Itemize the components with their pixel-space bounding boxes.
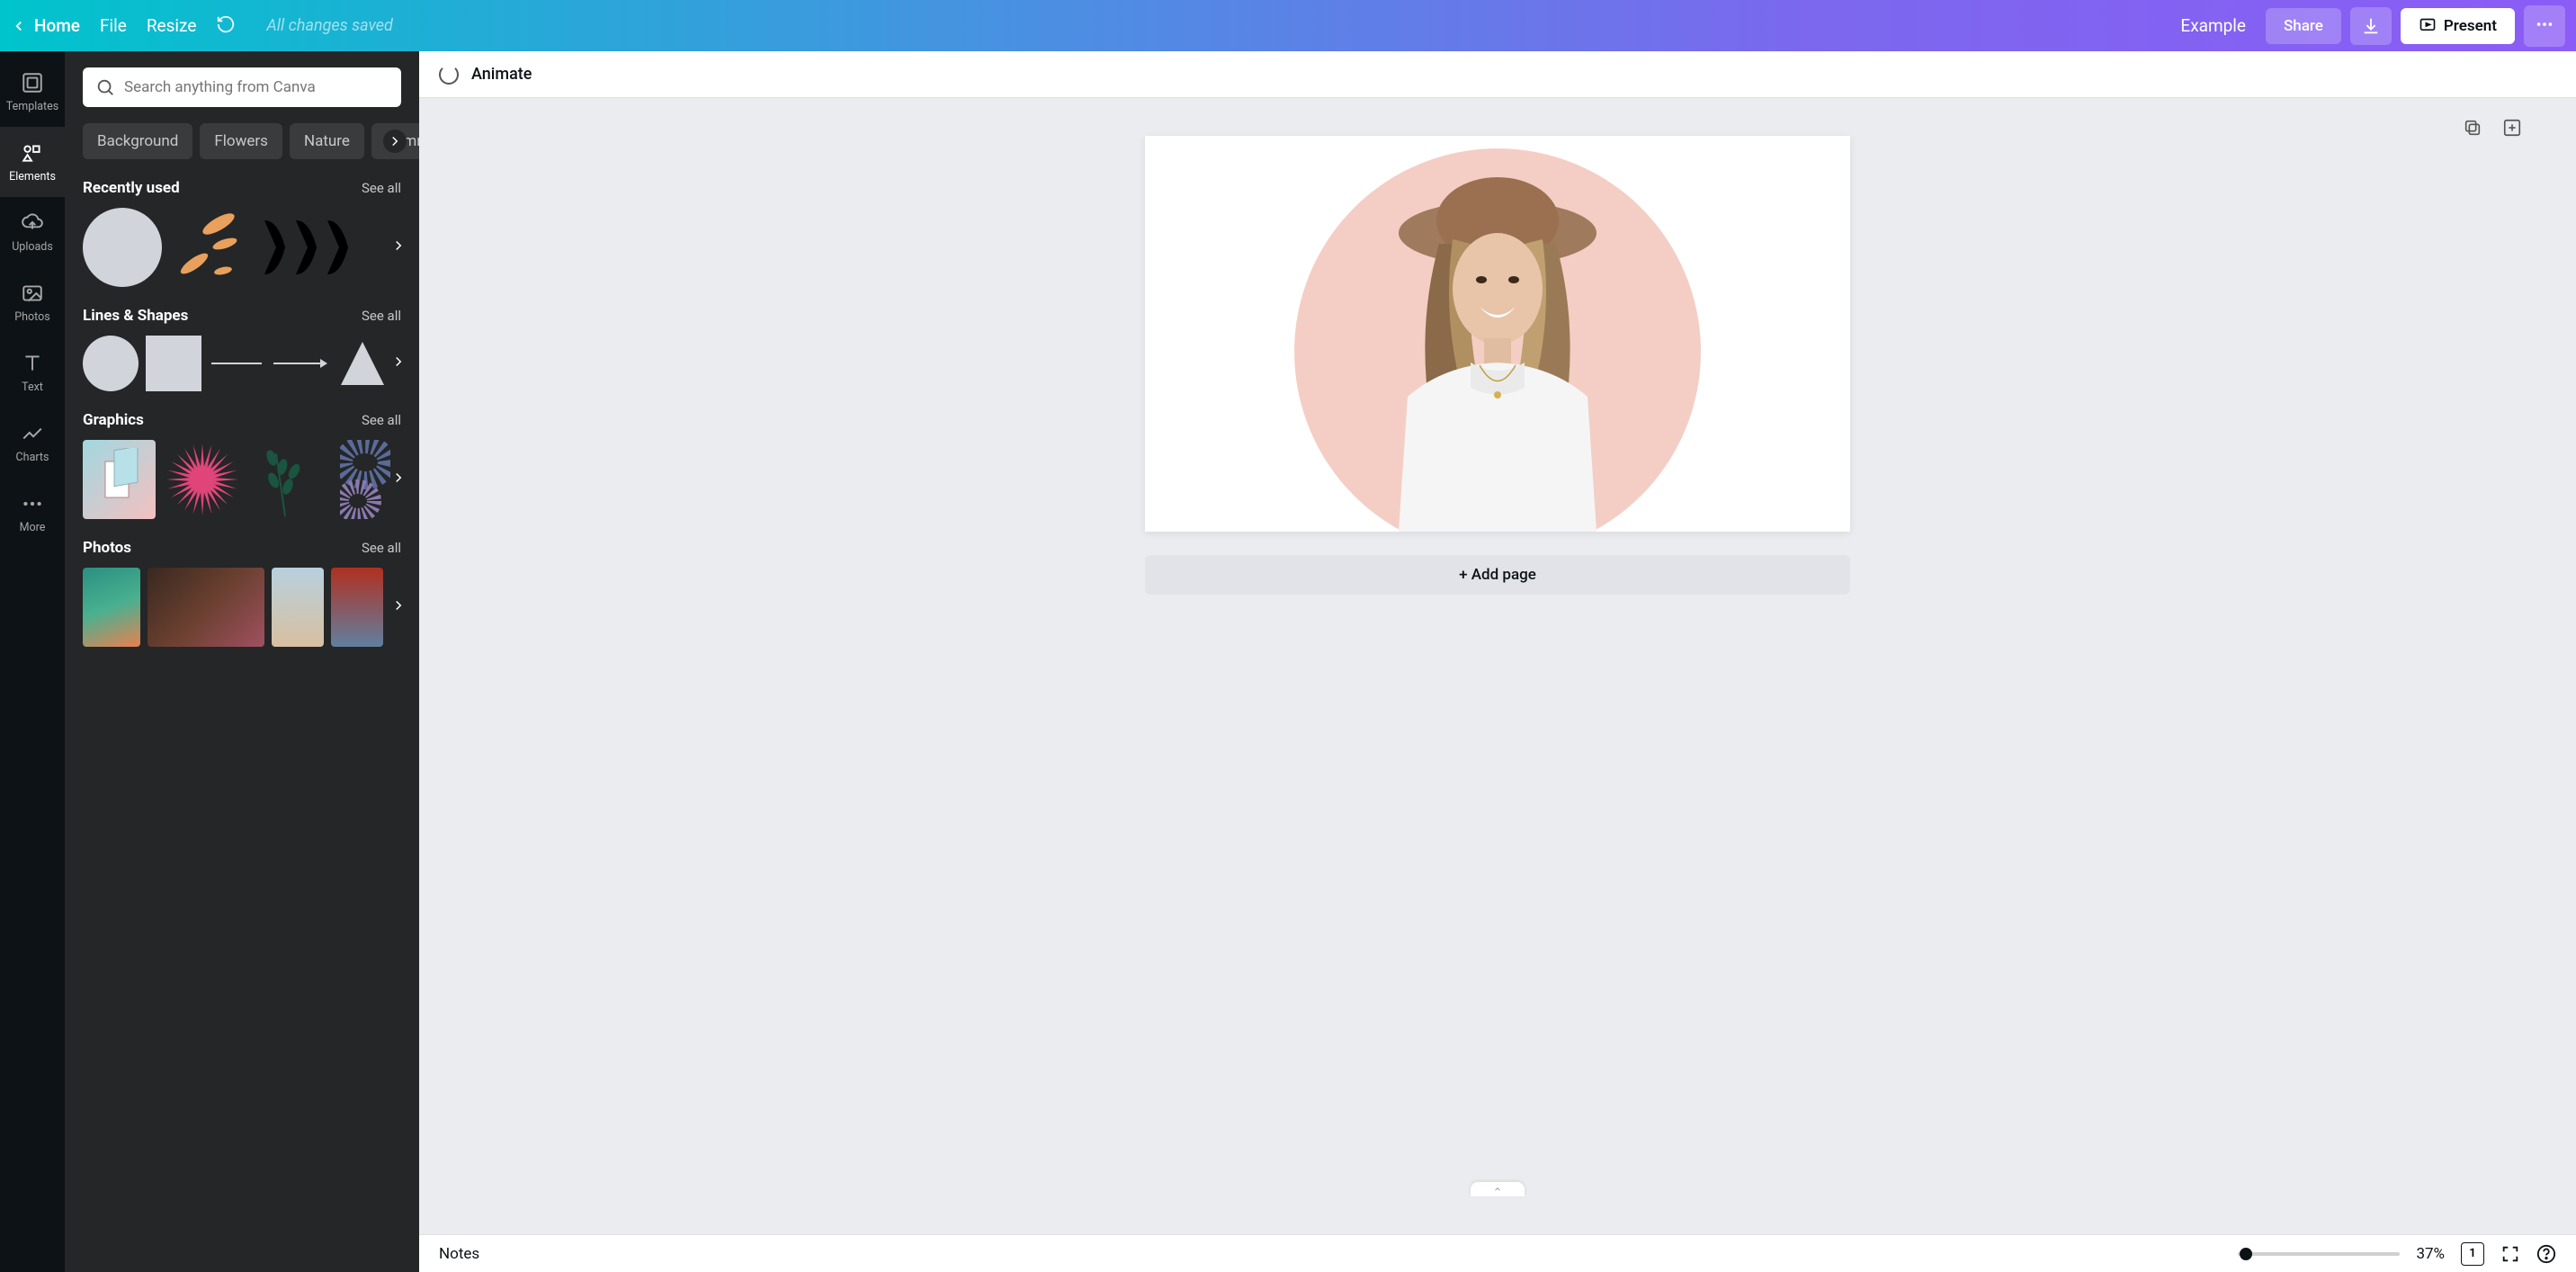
text-icon — [21, 352, 44, 375]
chips-scroll-right[interactable] — [383, 130, 407, 153]
see-all-recently-used[interactable]: See all — [362, 180, 401, 196]
see-all-lines-shapes[interactable]: See all — [362, 308, 401, 324]
section-lines-shapes-title: Lines & Shapes — [83, 307, 188, 325]
uploads-icon — [21, 211, 44, 235]
present-button[interactable]: Present — [2401, 8, 2515, 44]
document-name[interactable]: Example — [2180, 15, 2246, 36]
element-circle[interactable] — [83, 208, 162, 287]
file-menu[interactable]: File — [100, 15, 127, 36]
resize-menu[interactable]: Resize — [147, 15, 197, 36]
undo-button[interactable] — [216, 14, 236, 38]
fullscreen-button[interactable] — [2500, 1244, 2520, 1264]
undo-icon — [216, 14, 236, 34]
section-graphics-title: Graphics — [83, 411, 144, 429]
add-page-button[interactable]: + Add page — [1145, 555, 1850, 595]
section-recently-used-title: Recently used — [83, 179, 180, 197]
rail-more[interactable]: More — [0, 478, 65, 548]
more-icon — [21, 492, 44, 515]
save-status: All changes saved — [266, 16, 393, 35]
recently-used-scroll-right[interactable] — [390, 237, 407, 257]
page-count-value: 1 — [2469, 1247, 2475, 1260]
rail-elements[interactable]: Elements — [0, 127, 65, 197]
rail-templates[interactable]: Templates — [0, 57, 65, 127]
home-link[interactable]: Home — [11, 15, 80, 36]
rail-templates-label: Templates — [6, 100, 58, 113]
chip-nature[interactable]: Nature — [290, 123, 364, 159]
present-label: Present — [2444, 17, 2497, 35]
rail-uploads[interactable]: Uploads — [0, 197, 65, 267]
rail-photos-label: Photos — [14, 310, 49, 324]
notes-button[interactable]: Notes — [439, 1245, 479, 1263]
canvas-element-portrait[interactable] — [1354, 163, 1641, 532]
chevron-left-icon — [11, 18, 27, 34]
graphics-scroll-right[interactable] — [390, 470, 407, 489]
elements-icon — [21, 141, 44, 165]
charts-icon — [21, 422, 44, 445]
search-input[interactable] — [124, 78, 389, 96]
rail-uploads-label: Uploads — [12, 240, 53, 254]
download-icon — [2361, 16, 2381, 36]
shape-line[interactable] — [209, 336, 264, 391]
photo-thumb-3[interactable] — [272, 568, 324, 647]
add-page-icon-button[interactable] — [2502, 118, 2522, 138]
rail-charts[interactable]: Charts — [0, 408, 65, 478]
photo-thumb-2[interactable] — [148, 568, 264, 647]
see-all-graphics[interactable]: See all — [362, 412, 401, 428]
photos-icon — [21, 282, 44, 305]
chevron-right-icon — [390, 597, 407, 614]
page-count[interactable]: 1 — [2461, 1242, 2484, 1266]
photo-thumb-1[interactable] — [83, 568, 140, 647]
duplicate-page-button[interactable] — [2463, 118, 2482, 138]
graphic-branch[interactable] — [249, 440, 322, 519]
shape-circle[interactable] — [83, 336, 139, 391]
graphic-sunburst[interactable] — [163, 440, 242, 519]
rail-elements-label: Elements — [9, 170, 56, 184]
rail-text[interactable]: Text — [0, 337, 65, 408]
more-menu-button[interactable] — [2524, 5, 2565, 47]
search-icon — [95, 77, 115, 97]
zoom-slider[interactable] — [2238, 1252, 2400, 1256]
search-wrap — [83, 67, 401, 107]
ellipsis-icon — [2535, 14, 2554, 34]
shape-triangle[interactable] — [335, 336, 390, 391]
rail-photos[interactable]: Photos — [0, 267, 65, 337]
photos-scroll-right[interactable] — [390, 597, 407, 617]
element-chevrons[interactable] — [255, 208, 363, 287]
rail-more-label: More — [20, 521, 46, 534]
lines-shapes-scroll-right[interactable] — [390, 354, 407, 373]
help-button[interactable] — [2536, 1244, 2556, 1264]
animate-button[interactable]: Animate — [471, 65, 532, 84]
templates-icon — [21, 71, 44, 94]
chevron-right-icon — [390, 470, 407, 486]
chip-flowers[interactable]: Flowers — [200, 123, 282, 159]
zoom-percentage[interactable]: 37% — [2416, 1245, 2445, 1263]
chevron-up-icon — [1491, 1185, 1504, 1194]
graphic-isometric[interactable] — [83, 440, 156, 519]
canvas-slide[interactable] — [1145, 136, 1850, 532]
download-button[interactable] — [2350, 7, 2392, 45]
element-brush-strokes[interactable] — [169, 208, 248, 287]
rail-text-label: Text — [22, 381, 43, 394]
see-all-photos[interactable]: See all — [362, 540, 401, 556]
shape-square[interactable] — [146, 336, 201, 391]
chip-background[interactable]: Background — [83, 123, 192, 159]
chevron-right-icon — [390, 354, 407, 370]
rail-charts-label: Charts — [16, 451, 49, 464]
chevron-right-icon — [387, 133, 403, 149]
section-photos-title: Photos — [83, 539, 131, 557]
share-button[interactable]: Share — [2266, 8, 2341, 44]
shape-arrow[interactable] — [272, 336, 327, 391]
animate-icon — [439, 65, 459, 85]
chevron-right-icon — [390, 237, 407, 254]
photo-thumb-4[interactable] — [331, 568, 383, 647]
play-icon — [2419, 17, 2437, 35]
page-strip-toggle[interactable] — [1471, 1182, 1525, 1196]
home-label: Home — [34, 15, 80, 36]
zoom-slider-knob[interactable] — [2240, 1248, 2252, 1260]
